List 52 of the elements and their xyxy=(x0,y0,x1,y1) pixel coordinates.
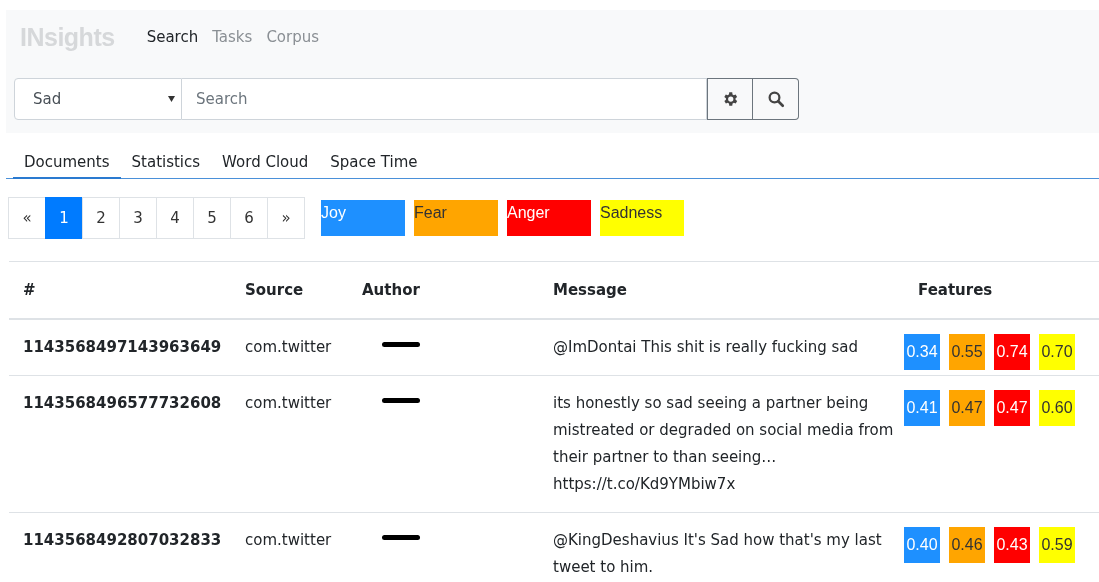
table-cell: 1143568497143963649 xyxy=(23,337,222,356)
column-header: Source xyxy=(244,280,305,299)
search-icon xyxy=(766,90,785,108)
column-header: # xyxy=(22,280,37,299)
search-button[interactable] xyxy=(753,78,799,120)
table-cell: com.twitter xyxy=(245,530,332,549)
redaction-bar xyxy=(382,534,420,540)
feature-score: 0.43 xyxy=(994,526,1030,563)
feature-score: 0.59 xyxy=(1039,526,1075,563)
legend-label: Fear xyxy=(414,199,498,236)
legend-label: Anger xyxy=(507,199,591,236)
column-header: Author xyxy=(361,280,421,299)
caret-icon xyxy=(168,96,175,102)
page-link[interactable]: 3 xyxy=(119,196,157,239)
page-link[interactable]: 6 xyxy=(230,196,268,239)
table-cell: com.twitter xyxy=(245,393,332,412)
table-cell: its honestly so sad seeing a partner being mistreated or degraded on social media from their partner to than seeing… https://t.co/Kd9YMbiw7x xyxy=(553,393,894,493)
legend-label: Joy xyxy=(321,199,405,236)
page-link[interactable]: » xyxy=(267,196,305,239)
settings-button[interactable] xyxy=(707,78,753,120)
table-cell: @KingDeshavius It's Sad how that's my last tweet to him. xyxy=(553,530,882,576)
redaction-bar xyxy=(382,341,420,347)
category-select[interactable]: Sad xyxy=(14,78,182,120)
legend-label: Sadness xyxy=(600,199,684,236)
table-cell: com.twitter xyxy=(245,337,332,356)
page-link[interactable]: « xyxy=(8,196,46,239)
tab[interactable]: Word Cloud xyxy=(211,149,320,178)
feature-score: 0.60 xyxy=(1039,389,1075,426)
page-link[interactable]: 2 xyxy=(82,196,120,239)
feature-score: 0.70 xyxy=(1039,333,1075,370)
page-link[interactable]: 1 xyxy=(45,196,83,239)
feature-score: 0.55 xyxy=(949,333,985,370)
feature-score: 0.41 xyxy=(904,389,940,426)
column-header: Message xyxy=(552,280,628,299)
feature-score: 0.47 xyxy=(949,389,985,426)
feature-score: 0.47 xyxy=(994,389,1030,426)
tab[interactable]: Statistics xyxy=(120,149,212,178)
feature-score: 0.34 xyxy=(904,333,940,370)
nav-link[interactable]: Search xyxy=(146,28,199,46)
feature-score: 0.40 xyxy=(904,526,940,563)
tab[interactable]: Space Time xyxy=(319,149,429,178)
feature-score: 0.46 xyxy=(949,526,985,563)
page-link[interactable]: 4 xyxy=(156,196,194,239)
feature-score: 0.74 xyxy=(994,333,1030,370)
table-cell: @ImDontai This shit is really fucking sad xyxy=(553,337,859,356)
redaction-bar xyxy=(382,397,420,403)
table-cell: 1143568496577732608 xyxy=(23,393,222,412)
table-cell: 1143568492807032833 xyxy=(23,530,222,549)
column-header: Features xyxy=(917,280,994,299)
page-link[interactable]: 5 xyxy=(193,196,231,239)
search-field[interactable]: Search xyxy=(182,78,707,120)
tab[interactable]: Documents xyxy=(13,149,121,179)
